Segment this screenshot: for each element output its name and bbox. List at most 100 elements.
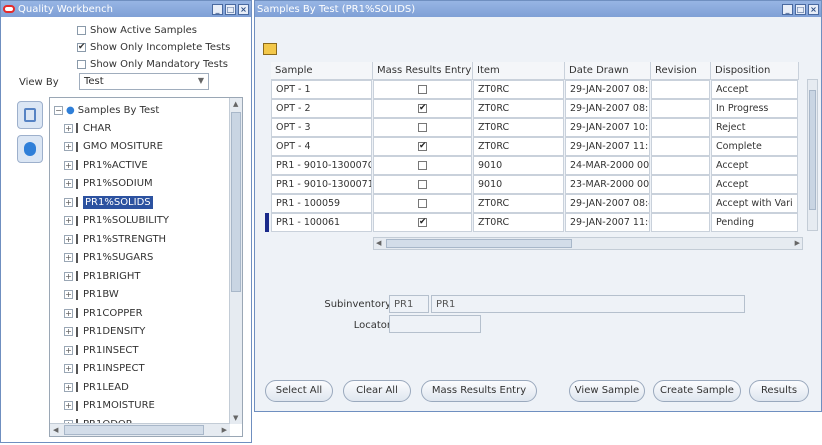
date-cell[interactable]: 23-MAR-2000 00: <box>565 175 650 194</box>
row-indicator[interactable] <box>265 80 269 99</box>
scroll-thumb[interactable] <box>231 112 241 292</box>
item-cell[interactable]: ZT0RC <box>473 194 564 213</box>
row-indicator[interactable] <box>265 156 269 175</box>
sample-cell[interactable]: PR1 - 9010-1300071 <box>271 175 372 194</box>
table-row[interactable]: OPT - 3 ZT0RC 29-JAN-2007 10:5 Reject <box>265 118 810 137</box>
expand-icon[interactable]: + <box>64 382 73 392</box>
subinventory-desc-field[interactable]: PR1 <box>431 295 745 313</box>
date-cell[interactable]: 29-JAN-2007 08:3 <box>565 99 650 118</box>
mass-results-entry-cell[interactable] <box>373 80 472 99</box>
expand-icon[interactable]: + <box>64 179 73 188</box>
close-icon[interactable]: × <box>238 3 249 15</box>
item-cell[interactable]: ZT0RC <box>473 118 564 137</box>
mass-results-checkbox[interactable]: ✔ <box>418 142 427 151</box>
scroll-down-icon[interactable]: ▼ <box>233 414 238 422</box>
item-cell[interactable]: ZT0RC <box>473 213 564 232</box>
row-indicator[interactable] <box>265 118 269 137</box>
item-cell[interactable]: 9010 <box>473 156 564 175</box>
close-icon[interactable]: × <box>808 3 819 15</box>
column-header[interactable]: Mass Results Entry <box>373 62 473 80</box>
row-indicator[interactable] <box>265 194 269 213</box>
mass-results-checkbox[interactable]: ✔ <box>418 104 427 113</box>
disposition-cell[interactable]: Accept <box>711 156 798 175</box>
show-only-incomplete-tests-checkbox[interactable]: ✔ Show Only Incomplete Tests <box>77 42 230 53</box>
tree-item[interactable]: + PR1%SODIUM <box>64 175 153 193</box>
tree-item[interactable]: + PR1COPPER <box>64 304 143 322</box>
locator-field[interactable] <box>389 315 481 333</box>
scroll-thumb[interactable] <box>386 239 572 248</box>
date-cell[interactable]: 29-JAN-2007 08:2 <box>565 80 650 99</box>
view-sample-button[interactable]: View Sample <box>569 380 645 402</box>
scroll-right-icon[interactable]: ▶ <box>222 426 227 434</box>
mass-results-checkbox[interactable] <box>418 180 427 189</box>
expand-icon[interactable]: + <box>64 271 73 281</box>
mass-results-checkbox[interactable] <box>418 161 427 170</box>
item-cell[interactable]: ZT0RC <box>473 80 564 99</box>
tree-item[interactable]: + CHAR <box>64 119 111 137</box>
scroll-thumb[interactable] <box>64 425 204 435</box>
disposition-cell[interactable]: Complete <box>711 137 798 156</box>
tree-item[interactable]: + PR1DENSITY <box>64 323 145 341</box>
grid-horizontal-scrollbar[interactable]: ◀ ▶ <box>373 237 803 250</box>
mass-results-checkbox[interactable] <box>418 123 427 132</box>
expand-icon[interactable]: + <box>64 216 73 225</box>
tree-view-button[interactable] <box>17 101 43 129</box>
mass-results-entry-cell[interactable] <box>373 175 472 194</box>
results-button[interactable]: Results <box>749 380 809 402</box>
revision-cell[interactable] <box>651 80 710 99</box>
tree-item[interactable]: + PR1BW <box>64 286 119 304</box>
revision-cell[interactable] <box>651 194 710 213</box>
revision-cell[interactable] <box>651 99 710 118</box>
disposition-cell[interactable]: Accept with Vari <box>711 194 798 213</box>
create-sample-button[interactable]: Create Sample <box>653 380 741 402</box>
column-header[interactable]: Date Drawn <box>565 62 651 80</box>
tree-horizontal-scrollbar[interactable]: ◀ ▶ <box>50 423 230 436</box>
checkbox-box[interactable] <box>77 60 86 69</box>
disposition-cell[interactable]: Reject <box>711 118 798 137</box>
column-header[interactable]: Revision <box>651 62 711 80</box>
expand-icon[interactable]: + <box>64 345 73 355</box>
table-row[interactable]: OPT - 4 ✔ ZT0RC 29-JAN-2007 11:2 Complete <box>265 137 810 156</box>
revision-cell[interactable] <box>651 156 710 175</box>
mass-results-entry-cell[interactable]: ✔ <box>373 99 472 118</box>
row-indicator[interactable] <box>265 175 269 194</box>
show-only-mandatory-tests-checkbox[interactable]: Show Only Mandatory Tests <box>77 59 228 70</box>
expand-icon[interactable]: + <box>64 401 73 410</box>
expand-icon[interactable]: + <box>64 290 73 299</box>
tree-item[interactable]: + PR1MOISTURE <box>64 397 155 415</box>
scroll-right-icon[interactable]: ▶ <box>795 239 800 247</box>
scroll-left-icon[interactable]: ◀ <box>376 239 381 247</box>
disposition-cell[interactable]: Pending <box>711 213 798 232</box>
minimize-icon[interactable]: _ <box>782 3 793 15</box>
table-row[interactable]: PR1 - 100059 ZT0RC 29-JAN-2007 08:4 Accept … <box>265 194 810 213</box>
mass-results-entry-cell[interactable] <box>373 194 472 213</box>
mass-results-entry-cell[interactable]: ✔ <box>373 137 472 156</box>
row-indicator[interactable] <box>265 137 269 156</box>
revision-cell[interactable] <box>651 118 710 137</box>
scroll-thumb[interactable] <box>809 90 816 210</box>
item-cell[interactable]: ZT0RC <box>473 137 564 156</box>
workbench-titlebar[interactable]: Quality Workbench _ □ × <box>1 1 251 17</box>
expand-icon[interactable]: + <box>64 160 73 170</box>
disposition-cell[interactable]: Accept <box>711 175 798 194</box>
item-cell[interactable]: ZT0RC <box>473 99 564 118</box>
tree-item[interactable]: + PR1%SOLUBILITY <box>64 212 169 230</box>
sample-cell[interactable]: PR1 - 9010-130007C <box>271 156 372 175</box>
column-header[interactable]: Disposition <box>711 62 799 80</box>
tree-item[interactable]: + PR1LEAD <box>64 378 129 396</box>
show-active-samples-checkbox[interactable]: Show Active Samples <box>77 25 197 36</box>
table-row[interactable]: PR1 - 9010-1300071 9010 23-MAR-2000 00: Acc… <box>265 175 810 194</box>
item-cell[interactable]: 9010 <box>473 175 564 194</box>
folder-tool-icon[interactable] <box>263 43 277 55</box>
expand-icon[interactable]: + <box>64 308 73 318</box>
expand-icon[interactable]: + <box>64 142 73 151</box>
mass-results-checkbox[interactable] <box>418 199 427 208</box>
sample-cell[interactable]: OPT - 2 <box>271 99 372 118</box>
disposition-cell[interactable]: Accept <box>711 80 798 99</box>
scroll-left-icon[interactable]: ◀ <box>53 426 58 434</box>
checkbox-box[interactable]: ✔ <box>77 43 86 52</box>
tree-root[interactable]: − ● Samples By Test <box>54 101 159 119</box>
mass-results-checkbox[interactable] <box>418 85 427 94</box>
disposition-cell[interactable]: In Progress <box>711 99 798 118</box>
maximize-icon[interactable]: □ <box>795 3 806 15</box>
